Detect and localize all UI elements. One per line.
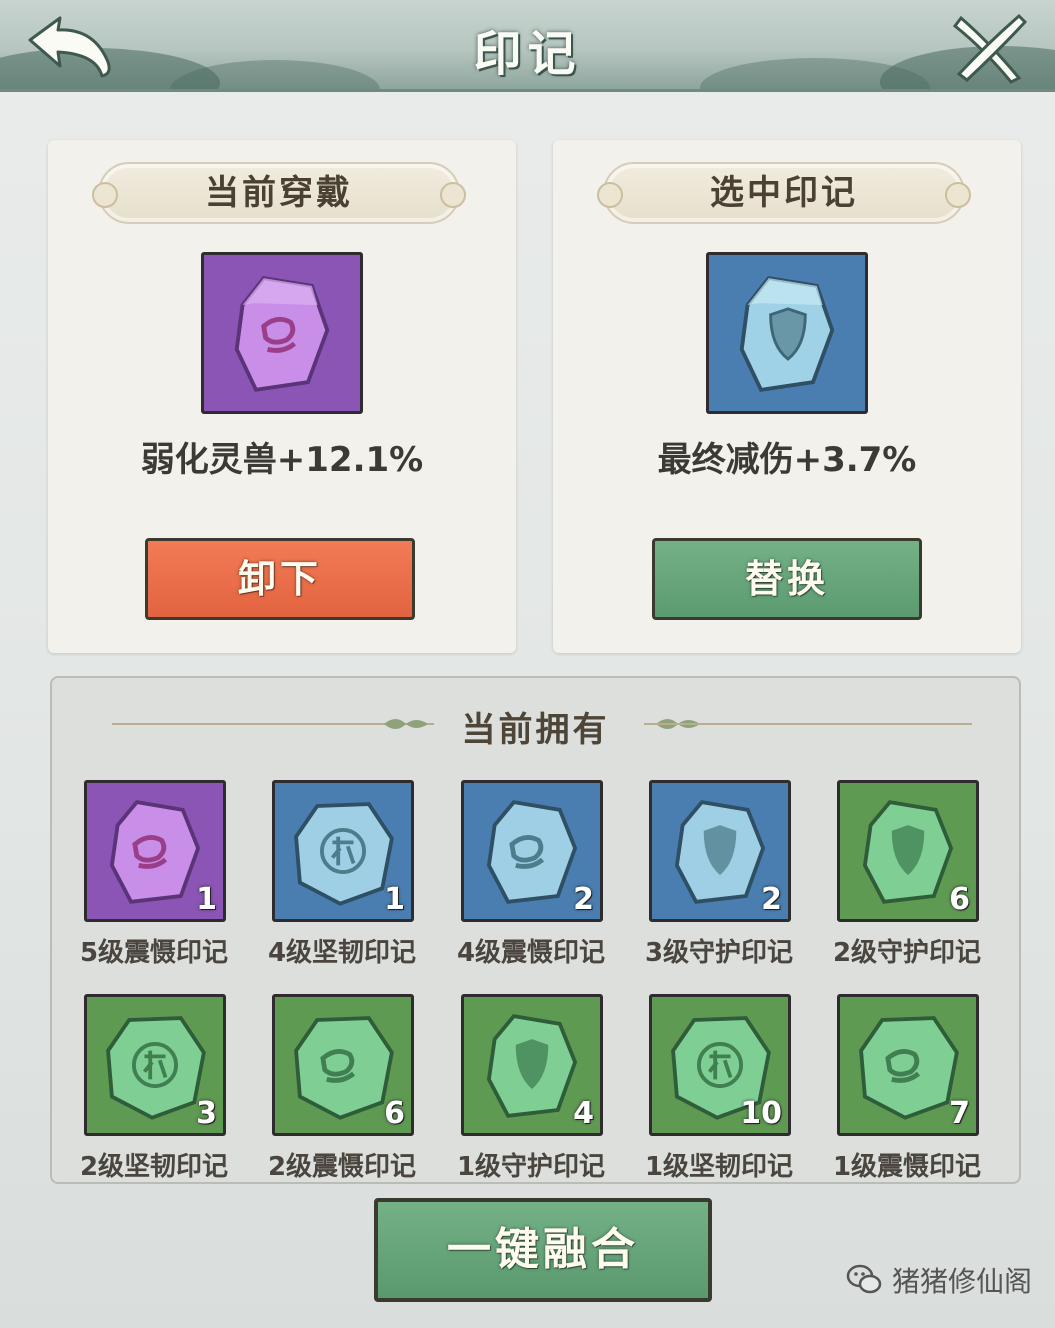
owned-runes-section: 当前拥有 1 5级震慑印记 1 4级坚韧印记 2 4级震慑印记 2 3级守护印记 6 2级守护印记… bbox=[50, 676, 1021, 1184]
page-title: 印记 bbox=[473, 26, 582, 82]
rune-slot[interactable]: 4 bbox=[461, 994, 603, 1136]
rune-item[interactable]: 2 3级守护印记 bbox=[617, 780, 797, 980]
purple-beast-rune-icon bbox=[204, 255, 360, 411]
rune-slot[interactable]: 1 bbox=[84, 780, 226, 922]
rune-item[interactable]: 1 5级震慑印记 bbox=[52, 780, 232, 980]
rune-count: 3 bbox=[196, 1096, 217, 1131]
close-button[interactable] bbox=[949, 12, 1028, 84]
fuse-all-label: 一键融合 bbox=[447, 1224, 639, 1275]
rune-item[interactable]: 6 2级守护印记 bbox=[805, 780, 985, 980]
selected-label-scroll: 选中印记 bbox=[597, 162, 971, 224]
rune-count: 7 bbox=[949, 1096, 970, 1131]
selected-rune-slot[interactable] bbox=[706, 252, 868, 414]
rune-slot[interactable]: 3 bbox=[84, 994, 226, 1136]
rune-item[interactable]: 6 2级震慑印记 bbox=[240, 994, 420, 1182]
selected-label: 选中印记 bbox=[710, 173, 858, 213]
rune-count: 2 bbox=[761, 882, 782, 917]
rune-name: 1级守护印记 bbox=[456, 1152, 606, 1182]
close-icon bbox=[952, 13, 1028, 84]
wechat-icon bbox=[846, 1264, 882, 1294]
rune-item[interactable]: 4 1级守护印记 bbox=[429, 994, 609, 1182]
rune-slot[interactable]: 6 bbox=[837, 780, 979, 922]
rune-item[interactable]: 7 1级震慑印记 bbox=[805, 994, 985, 1182]
rune-item[interactable]: 1 4级坚韧印记 bbox=[240, 780, 420, 980]
title-bar: 印记 bbox=[0, 0, 1055, 92]
selected-stat: 最终减伤+3.7% bbox=[657, 440, 917, 480]
rune-slot[interactable]: 2 bbox=[461, 780, 603, 922]
rune-name: 4级震慑印记 bbox=[456, 938, 606, 968]
rune-count: 2 bbox=[573, 882, 594, 917]
replace-label: 替换 bbox=[744, 557, 829, 601]
rune-name: 3级守护印记 bbox=[644, 938, 794, 968]
rune-name: 5级震慑印记 bbox=[79, 938, 229, 968]
rune-name: 2级震慑印记 bbox=[267, 1152, 417, 1182]
rune-count: 1 bbox=[196, 882, 217, 917]
rune-name: 2级守护印记 bbox=[832, 938, 982, 968]
rune-count: 4 bbox=[573, 1096, 594, 1131]
rune-name: 2级坚韧印记 bbox=[79, 1152, 229, 1182]
replace-button[interactable]: 替换 bbox=[652, 538, 922, 620]
rune-name: 1级坚韧印记 bbox=[644, 1152, 794, 1182]
equipped-label: 当前穿戴 bbox=[205, 173, 353, 213]
unequip-label: 卸下 bbox=[237, 557, 322, 601]
divider-line bbox=[644, 723, 972, 725]
rune-item[interactable]: 3 2级坚韧印记 bbox=[52, 994, 232, 1182]
rune-count: 10 bbox=[740, 1096, 782, 1131]
rune-item[interactable]: 2 4级震慑印记 bbox=[429, 780, 609, 980]
rune-slot[interactable]: 6 bbox=[272, 994, 414, 1136]
rune-slot[interactable]: 2 bbox=[649, 780, 791, 922]
owned-title: 当前拥有 bbox=[461, 710, 610, 750]
watermark-text: 猪猪修仙阁 bbox=[892, 1265, 1033, 1298]
rune-slot[interactable]: 10 bbox=[649, 994, 791, 1136]
equipped-label-scroll: 当前穿戴 bbox=[92, 162, 466, 224]
rune-count: 6 bbox=[949, 882, 970, 917]
rune-name: 1级震慑印记 bbox=[832, 1152, 982, 1182]
rune-name: 4级坚韧印记 bbox=[267, 938, 417, 968]
equipped-stat: 弱化灵兽+12.1% bbox=[140, 440, 424, 480]
rune-count: 1 bbox=[384, 882, 405, 917]
watermark: 猪猪修仙阁 bbox=[846, 1258, 1032, 1302]
rune-item[interactable]: 10 1级坚韧印记 bbox=[617, 994, 797, 1182]
selected-panel: 选中印记 最终减伤+3.7% 替换 bbox=[553, 140, 1021, 653]
rune-count: 6 bbox=[384, 1096, 405, 1131]
equipped-rune-slot[interactable] bbox=[201, 252, 363, 414]
fuse-all-button[interactable]: 一键融合 bbox=[374, 1198, 712, 1302]
blue-shield-rune-icon bbox=[709, 255, 865, 411]
unequip-button[interactable]: 卸下 bbox=[145, 538, 415, 620]
equipped-panel: 当前穿戴 弱化灵兽+12.1% 卸下 bbox=[48, 140, 516, 653]
rune-slot[interactable]: 7 bbox=[837, 994, 979, 1136]
rune-slot[interactable]: 1 bbox=[272, 780, 414, 922]
